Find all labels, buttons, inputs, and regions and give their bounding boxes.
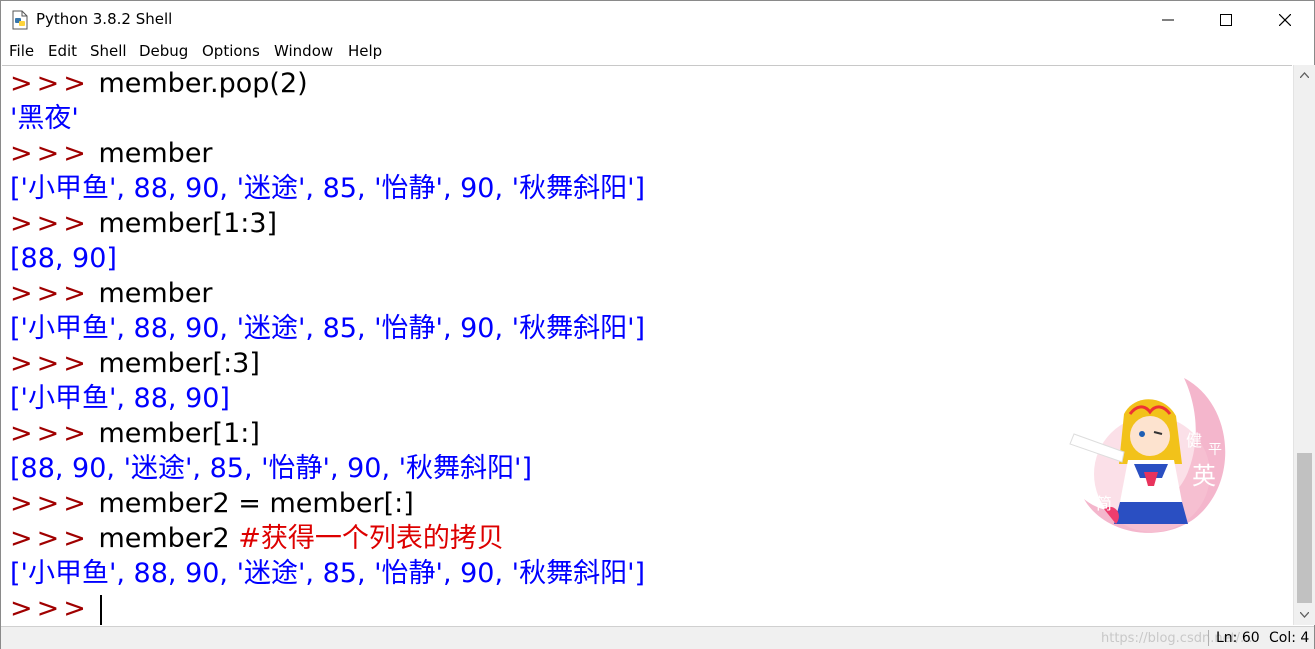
input-text: member2 = member[:] (98, 488, 414, 519)
input-text: member (98, 278, 213, 309)
shell-line: [88, 90] (10, 241, 117, 276)
output-text: ['小甲鱼', 88, 90, '迷途', 85, '怡静', 90, '秋舞斜… (10, 558, 646, 589)
shell-line: ['小甲鱼', 88, 90, '迷途', 85, '怡静', 90, '秋舞斜… (10, 171, 645, 206)
sticker-char: 平 (1208, 442, 1222, 458)
prompt: >>> (10, 523, 90, 554)
text-caret (100, 594, 103, 625)
output-text: ['小甲鱼', 88, 90, '迷途', 85, '怡静', 90, '秋舞斜… (10, 313, 646, 344)
menu-edit[interactable]: Edit (48, 42, 77, 60)
close-button[interactable] (1256, 1, 1314, 39)
output-text: ['小甲鱼', 88, 90, '迷途', 85, '怡静', 90, '秋舞斜… (10, 173, 646, 204)
sticker-char: 英 (1192, 462, 1216, 490)
menu-shell[interactable]: Shell (90, 42, 127, 60)
column-number: Col: 4 (1269, 630, 1310, 646)
scrollbar-thumb[interactable] (1297, 453, 1312, 603)
input-text: member[:3] (98, 348, 260, 379)
input-text: member2 (98, 523, 239, 554)
shell-line: [88, 90, '迷途', 85, '怡静', 90, '秋舞斜阳'] (10, 451, 532, 486)
prompt: >>> (10, 68, 90, 99)
shell-text-area[interactable]: >>> member.pop(2) '黑夜' >>> member ['小甲鱼'… (2, 65, 1292, 626)
menu-debug[interactable]: Debug (139, 42, 188, 60)
shell-line: >>> member.pop(2) (10, 66, 308, 101)
shell-line: >>> member (10, 276, 213, 311)
output-text: '黑夜' (10, 103, 79, 134)
line-number: Ln: 60 (1216, 630, 1260, 646)
menu-help[interactable]: Help (348, 42, 382, 60)
menu-file[interactable]: File (9, 42, 34, 60)
output-text: [88, 90, '迷途', 85, '怡静', 90, '秋舞斜阳'] (10, 453, 533, 484)
status-bar: https://blog.csdn.net/... Ln: 60 Col: 4 (1, 626, 1314, 649)
shell-line: >>> member[:3] (10, 346, 260, 381)
sailor-moon-sticker: 健 平 英 简 (1069, 378, 1226, 533)
prompt: >>> (10, 278, 90, 309)
shell-line: ['小甲鱼', 88, 90, '迷途', 85, '怡静', 90, '秋舞斜… (10, 311, 645, 346)
vertical-scrollbar[interactable] (1293, 65, 1315, 625)
scroll-up-button[interactable] (1294, 65, 1315, 85)
chevron-down-icon (1300, 612, 1309, 618)
minimize-icon (1162, 19, 1174, 21)
menu-options[interactable]: Options (202, 42, 260, 60)
output-text: [88, 90] (10, 243, 117, 274)
shell-line: >>> (10, 591, 103, 626)
close-icon (1279, 14, 1291, 26)
shell-line: >>> member2 = member[:] (10, 486, 414, 521)
prompt: >>> (10, 418, 90, 449)
shell-line: >>> member[1:] (10, 416, 260, 451)
input-text: member[1:] (98, 418, 260, 449)
prompt: >>> (10, 348, 90, 379)
shell-line: >>> member[1:3] (10, 206, 277, 241)
scroll-down-button[interactable] (1294, 605, 1315, 625)
prompt: >>> (10, 593, 90, 624)
window-title: Python 3.8.2 Shell (36, 10, 173, 28)
title-bar[interactable]: Python 3.8.2 Shell (1, 1, 1314, 39)
idle-shell-window: Python 3.8.2 Shell File Edit Shell Debug… (0, 0, 1315, 649)
prompt: >>> (10, 208, 90, 239)
shell-line: >>> member (10, 136, 213, 171)
sticker-char: 简 (1096, 494, 1112, 513)
shell-line: >>> member2 #获得一个列表的拷贝 (10, 521, 504, 556)
input-text: member[1:3] (98, 208, 278, 239)
status-divider (1208, 630, 1209, 646)
input-text: member.pop(2) (98, 68, 308, 99)
maximize-button[interactable] (1197, 1, 1255, 39)
menu-window[interactable]: Window (274, 42, 333, 60)
prompt: >>> (10, 138, 90, 169)
output-text: ['小甲鱼', 88, 90] (10, 383, 230, 414)
shell-line: '黑夜' (10, 101, 79, 136)
chevron-up-icon (1300, 72, 1309, 78)
sticker-char: 健 (1186, 431, 1202, 450)
maximize-icon (1220, 14, 1232, 26)
minimize-button[interactable] (1139, 1, 1197, 39)
input-text: member (98, 138, 213, 169)
shell-line: ['小甲鱼', 88, 90] (10, 381, 230, 416)
comment-text: #获得一个列表的拷贝 (238, 523, 504, 554)
menu-bar: File Edit Shell Debug Options Window Hel… (1, 39, 1314, 64)
shell-line: ['小甲鱼', 88, 90, '迷途', 85, '怡静', 90, '秋舞斜… (10, 556, 645, 591)
prompt: >>> (10, 488, 90, 519)
python-file-icon (12, 10, 28, 30)
